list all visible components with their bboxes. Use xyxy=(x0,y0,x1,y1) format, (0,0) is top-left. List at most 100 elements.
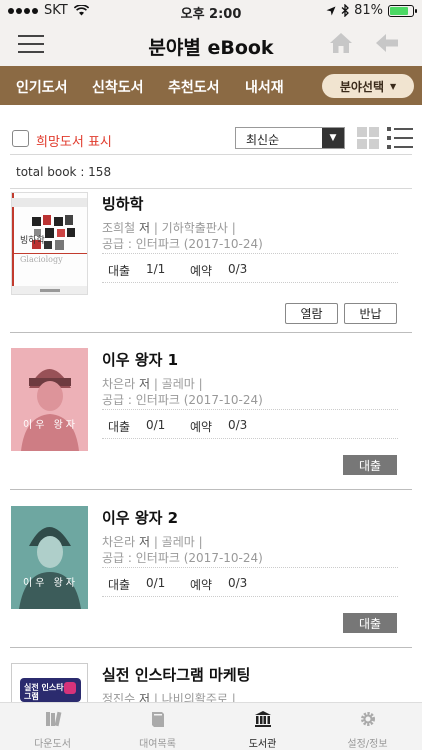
dropdown-arrow-icon: ▼ xyxy=(390,81,397,91)
book-cover[interactable]: 이우 왕자 xyxy=(11,506,88,609)
back-arrow-icon xyxy=(376,34,398,52)
book-cover[interactable]: 실전 인스타그램 xyxy=(11,663,88,702)
book-item[interactable]: 실전 인스타그램 실전 인스타그램 마케팅 정진수 저 | 나비의활주로 | xyxy=(0,647,422,702)
book-author: 차은라 xyxy=(102,377,136,391)
loan-value: 1/1 xyxy=(146,262,166,276)
divider xyxy=(10,154,412,155)
book-stats: 대출 0/1 예약 0/3 xyxy=(102,409,398,439)
tab-bar: 다운도서 대여목록 도서관 설정/정보 xyxy=(0,702,422,750)
author-suffix: 저 xyxy=(138,221,150,235)
library-building-icon xyxy=(255,711,271,727)
book-stats: 대출 1/1 예약 0/3 xyxy=(102,253,398,283)
menu-icon-line xyxy=(18,43,44,45)
sort-select[interactable]: 최신순 ▼ xyxy=(235,127,345,149)
loan-label: 대출 xyxy=(108,264,131,278)
loan-label: 대출 xyxy=(108,578,131,592)
menu-icon-line xyxy=(18,35,44,37)
page-title: 분야별 eBook xyxy=(148,37,274,59)
book-author: 차은라 xyxy=(102,535,136,549)
reserve-value: 0/3 xyxy=(228,262,248,276)
status-bar: SKT 오후 2:00 81% xyxy=(0,0,422,22)
reserve-label: 예약 xyxy=(190,578,213,592)
book-title[interactable]: 빙하학 xyxy=(102,193,143,214)
book-stats: 대출 0/1 예약 0/3 xyxy=(102,567,398,597)
author-suffix: 저 xyxy=(138,692,150,702)
book-author-line: 조희철 저 | 기하학출판사 | xyxy=(102,221,236,235)
wishlist-checkbox[interactable] xyxy=(12,130,29,147)
back-button[interactable] xyxy=(374,31,400,55)
battery-percent: 81% xyxy=(354,3,383,18)
tab-label: 다운도서 xyxy=(34,739,71,750)
tab-new[interactable]: 신착도서 xyxy=(92,77,144,97)
reserve-value: 0/3 xyxy=(228,576,248,590)
tab-label: 설정/정보 xyxy=(347,739,388,750)
book-item[interactable]: 이우 왕자 이우 왕자 1 차은라 저 | 골레마 | 공급 : 인터파크 (2… xyxy=(0,332,422,488)
books-icon xyxy=(46,711,62,727)
return-button[interactable]: 반납 xyxy=(344,303,397,324)
loan-label: 대출 xyxy=(108,420,131,434)
book-author: 정진수 xyxy=(102,692,136,702)
tab-label: 도서관 xyxy=(248,739,277,750)
book-supply: 공급 : 인터파크 (2017-10-24) xyxy=(102,237,263,251)
cover-subtitle: Glaciology xyxy=(20,255,63,264)
book-author-line: 정진수 저 | 나비의활주로 | xyxy=(102,690,236,702)
field-select-button[interactable]: 분야선택 ▼ xyxy=(322,74,414,98)
tab-downloads[interactable]: 다운도서 xyxy=(0,703,105,750)
book-author-line: 차은라 저 | 골레마 | xyxy=(102,535,203,549)
author-suffix: 저 xyxy=(138,377,150,391)
location-icon xyxy=(326,6,336,15)
book-title[interactable]: 이우 왕자 1 xyxy=(102,349,178,370)
book-supply: 공급 : 인터파크 (2017-10-24) xyxy=(102,551,263,565)
field-select-label: 분야선택 xyxy=(339,79,384,94)
loan-button[interactable]: 대출 xyxy=(343,613,397,633)
tab-my-library[interactable]: 내서재 xyxy=(245,77,284,97)
book-icon xyxy=(152,712,164,727)
loan-value: 0/1 xyxy=(146,576,166,590)
reserve-label: 예약 xyxy=(190,264,213,278)
bluetooth-icon xyxy=(341,4,350,17)
tab-label: 대여목록 xyxy=(139,739,176,750)
menu-icon-line xyxy=(18,51,44,53)
tab-recommended[interactable]: 추천도서 xyxy=(168,77,220,97)
book-publisher: 나비의활주로 xyxy=(161,692,228,702)
book-author-line: 차은라 저 | 골레마 | xyxy=(102,377,203,391)
book-title[interactable]: 이우 왕자 2 xyxy=(102,507,178,528)
reserve-value: 0/3 xyxy=(228,418,248,432)
menu-button[interactable] xyxy=(18,34,44,54)
category-bar: 인기도서 신착도서 추천도서 내서재 분야선택 ▼ xyxy=(0,66,422,105)
cover-title: 실전 인스타그램 xyxy=(24,683,64,701)
book-publisher: 골레마 xyxy=(161,535,195,549)
tab-library[interactable]: 도서관 xyxy=(210,703,315,750)
home-icon xyxy=(330,33,352,53)
loan-value: 0/1 xyxy=(146,418,166,432)
tab-rentals[interactable]: 대여목록 xyxy=(105,703,210,750)
cover-art xyxy=(11,506,88,609)
tab-popular[interactable]: 인기도서 xyxy=(16,77,68,97)
grid-view-icon[interactable] xyxy=(357,127,379,149)
book-cover[interactable]: 빙하학 Glaciology xyxy=(11,192,88,295)
filter-row: 희망도서 표시 최신순 ▼ xyxy=(0,105,422,155)
home-button[interactable] xyxy=(328,31,354,55)
book-cover[interactable]: 이우 왕자 xyxy=(11,348,88,451)
book-author: 조희철 xyxy=(102,221,136,235)
gear-icon xyxy=(361,712,375,726)
cover-title: 이우 왕자 xyxy=(23,420,78,431)
list-view-icon[interactable] xyxy=(387,127,413,149)
battery-fill xyxy=(390,6,408,15)
book-title[interactable]: 실전 인스타그램 마케팅 xyxy=(102,664,250,685)
dropdown-arrow-icon: ▼ xyxy=(322,128,344,148)
wishlist-label[interactable]: 희망도서 표시 xyxy=(36,131,112,150)
book-supply: 공급 : 인터파크 (2017-10-24) xyxy=(102,393,263,407)
book-item[interactable]: 빙하학 Glaciology 빙하학 조희철 저 | 기하학출판사 | 공급 :… xyxy=(0,176,422,332)
open-button[interactable]: 열람 xyxy=(285,303,338,324)
tab-settings[interactable]: 설정/정보 xyxy=(315,703,420,750)
cover-art xyxy=(11,348,88,451)
loan-button[interactable]: 대출 xyxy=(343,455,397,475)
sort-value: 최신순 xyxy=(246,133,280,147)
book-item[interactable]: 이우 왕자 이우 왕자 2 차은라 저 | 골레마 | 공급 : 인터파크 (2… xyxy=(0,490,422,646)
reserve-label: 예약 xyxy=(190,420,213,434)
nav-bar: 분야별 eBook xyxy=(0,22,422,66)
cover-title: 이우 왕자 xyxy=(23,578,78,589)
status-right: 81% xyxy=(326,3,417,18)
book-publisher: 기하학출판사 xyxy=(161,221,228,235)
